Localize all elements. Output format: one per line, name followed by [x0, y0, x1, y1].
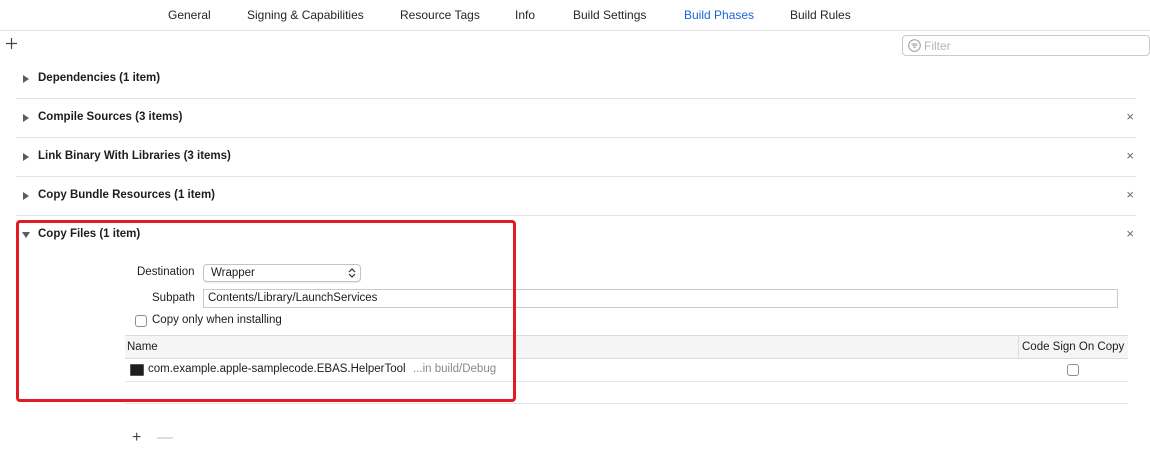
remove-phase-button[interactable]: × — [1126, 188, 1134, 202]
subpath-label: Subpath — [152, 292, 195, 304]
phase-title: Dependencies (1 item) — [38, 72, 161, 84]
table-header: Name Code Sign On Copy — [125, 335, 1128, 359]
phase-title: Link Binary With Libraries (3 items) — [38, 150, 231, 162]
phase-title: Copy Files (1 item) — [38, 228, 141, 240]
tab-general[interactable]: General — [168, 8, 211, 22]
add-build-phase-button[interactable] — [5, 36, 18, 53]
disclosure-triangle-down-icon[interactable] — [21, 230, 31, 240]
executable-icon — [130, 364, 144, 376]
phase-link-binary[interactable]: Link Binary With Libraries (3 items) × — [16, 138, 1136, 177]
table-row[interactable]: com.example.apple-samplecode.EBAS.Helper… — [125, 359, 1128, 382]
destination-value: Wrapper — [211, 267, 255, 279]
copy-only-when-installing-label: Copy only when installing — [152, 314, 282, 326]
editor-tab-bar: General Signing & Capabilities Resource … — [0, 0, 1150, 31]
disclosure-triangle-right-icon[interactable] — [21, 74, 31, 84]
filter-field[interactable]: Filter — [902, 35, 1150, 56]
remove-phase-button[interactable]: × — [1126, 110, 1134, 124]
empty-table-row — [125, 382, 1128, 404]
plus-icon — [6, 38, 17, 49]
add-file-button[interactable]: + — [132, 430, 141, 446]
subpath-value: Contents/Library/LaunchServices — [208, 292, 378, 304]
column-divider — [1018, 336, 1019, 359]
copy-files-table: Name Code Sign On Copy com.example.apple… — [125, 335, 1128, 405]
phase-title: Compile Sources (3 items) — [38, 111, 183, 123]
copy-only-when-installing-checkbox[interactable] — [135, 315, 147, 327]
remove-file-button[interactable]: — — [157, 430, 173, 446]
disclosure-triangle-right-icon[interactable] — [21, 191, 31, 201]
column-header-name[interactable]: Name — [127, 341, 158, 353]
tab-build-rules[interactable]: Build Rules — [790, 8, 851, 22]
phase-copy-bundle-resources[interactable]: Copy Bundle Resources (1 item) × — [16, 177, 1136, 216]
tab-build-settings[interactable]: Build Settings — [573, 8, 646, 22]
tab-info[interactable]: Info — [515, 8, 535, 22]
remove-phase-button[interactable]: × — [1126, 149, 1134, 163]
file-location: ...in build/Debug — [413, 363, 497, 375]
phase-dependencies[interactable]: Dependencies (1 item) — [16, 60, 1136, 99]
disclosure-triangle-right-icon[interactable] — [21, 113, 31, 123]
code-sign-on-copy-checkbox[interactable] — [1067, 364, 1079, 376]
phase-copy-files[interactable]: Copy Files (1 item) × — [16, 216, 1136, 255]
destination-label: Destination — [137, 266, 195, 278]
file-name: com.example.apple-samplecode.EBAS.Helper… — [148, 363, 406, 375]
remove-phase-button[interactable]: × — [1126, 227, 1134, 241]
subpath-field[interactable]: Contents/Library/LaunchServices — [203, 289, 1118, 308]
build-phases-toolbar: Filter — [0, 31, 1150, 61]
tab-resource-tags[interactable]: Resource Tags — [400, 8, 480, 22]
tab-signing-capabilities[interactable]: Signing & Capabilities — [247, 8, 364, 22]
column-header-code-sign[interactable]: Code Sign On Copy — [1022, 341, 1124, 353]
filter-icon — [908, 39, 921, 52]
disclosure-triangle-right-icon[interactable] — [21, 152, 31, 162]
phase-compile-sources[interactable]: Compile Sources (3 items) × — [16, 99, 1136, 138]
chevron-updown-icon — [348, 268, 356, 278]
phase-title: Copy Bundle Resources (1 item) — [38, 189, 216, 201]
destination-popup[interactable]: Wrapper — [203, 264, 361, 282]
tab-build-phases[interactable]: Build Phases — [684, 8, 754, 22]
filter-placeholder: Filter — [924, 39, 951, 53]
